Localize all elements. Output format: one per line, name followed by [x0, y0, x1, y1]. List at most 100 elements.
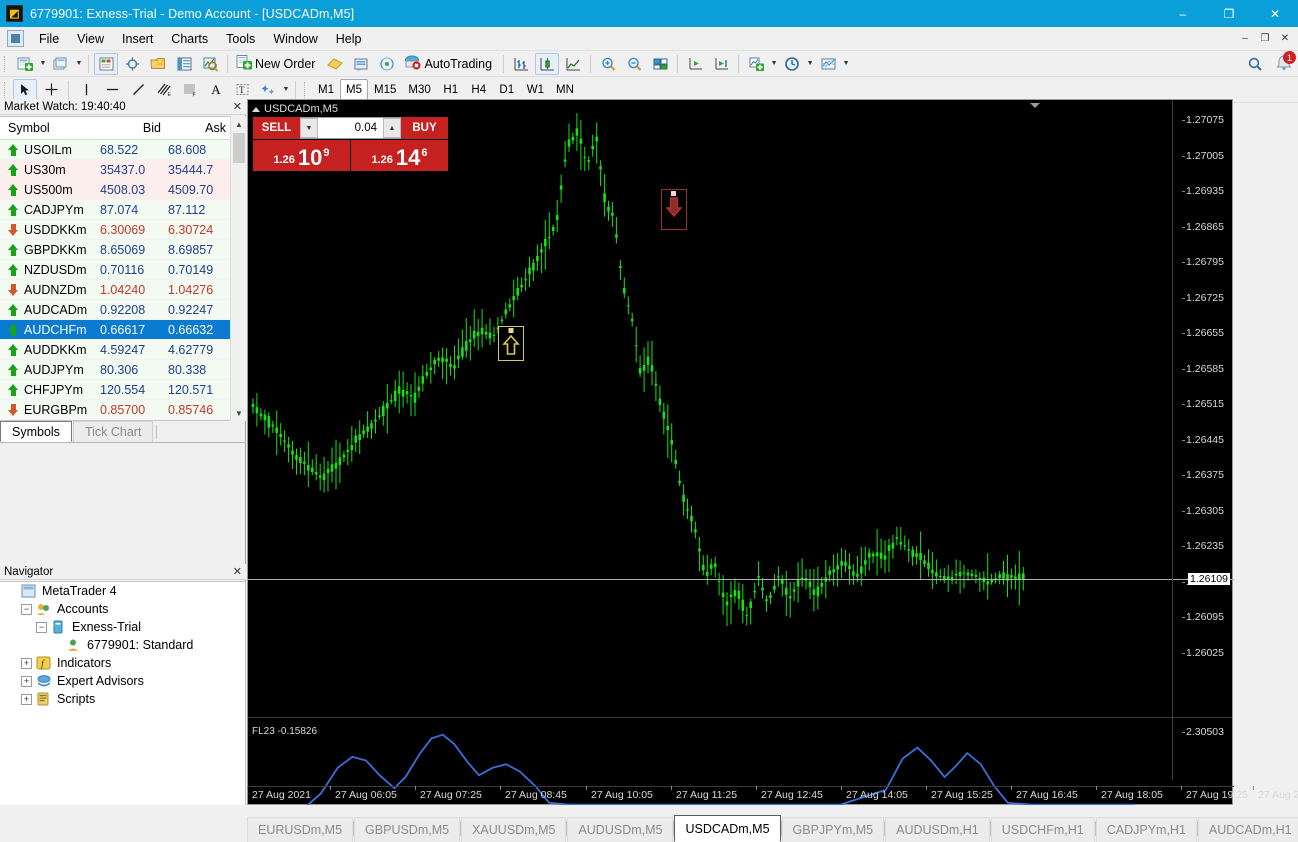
- navigator-tree-item[interactable]: + f Indicators: [0, 654, 245, 672]
- market-watch-row[interactable]: CHFJPYm 120.554 120.571: [0, 380, 245, 400]
- chart-tab[interactable]: USDCHFm,H1: [990, 817, 1095, 842]
- menu-file[interactable]: File: [30, 29, 68, 49]
- column-header-ask[interactable]: Ask: [168, 117, 233, 139]
- data-window-icon[interactable]: [120, 53, 144, 75]
- menu-tools[interactable]: Tools: [217, 29, 264, 49]
- maximize-button[interactable]: ❐: [1206, 0, 1252, 27]
- column-header-bid[interactable]: Bid: [100, 117, 168, 139]
- market-watch-row[interactable]: USDDKKm 6.30069 6.30724: [0, 220, 245, 240]
- navigator-tree-item[interactable]: + Scripts: [0, 690, 245, 708]
- price-axis[interactable]: 1.27075 1.27005 1.26935 1.26865 1.26795 1.267…: [1172, 100, 1232, 780]
- metaeditor-icon[interactable]: [323, 53, 347, 75]
- auto-scroll-icon[interactable]: [709, 53, 733, 75]
- timeframe-h4[interactable]: H4: [465, 79, 493, 100]
- market-watch-row[interactable]: GBPDKKm 8.65069 8.69857: [0, 240, 245, 260]
- timeframe-m30[interactable]: M30: [402, 79, 436, 100]
- cursor-icon[interactable]: [13, 78, 37, 101]
- market-watch-row[interactable]: NZDUSDm 0.70116 0.70149: [0, 260, 245, 280]
- timeframe-m1[interactable]: M1: [312, 79, 340, 100]
- market-watch-scrollbar[interactable]: ▲ ▼: [230, 116, 247, 421]
- navigator-close-icon[interactable]: ✕: [233, 565, 242, 578]
- navigator-tree-item[interactable]: − Exness-Trial: [0, 618, 245, 636]
- market-watch-row[interactable]: US500m 4508.03 4509.70: [0, 180, 245, 200]
- market-watch-row[interactable]: AUDCHFm 0.66617 0.66632: [0, 320, 245, 340]
- market-watch-row[interactable]: CADJPYm 87.074 87.112: [0, 200, 245, 220]
- new-order-button[interactable]: New Order: [232, 53, 322, 75]
- navigator-tree-item[interactable]: MetaTrader 4: [0, 582, 245, 600]
- chart-tab[interactable]: EURUSDm,M5: [247, 817, 354, 842]
- tab-symbols[interactable]: Symbols: [0, 421, 72, 442]
- sell-price-button[interactable]: 1.26 10 9: [253, 140, 350, 171]
- periods-clock-icon[interactable]: [780, 53, 804, 75]
- buy-price-button[interactable]: 1.26 14 6: [351, 140, 448, 171]
- mdi-restore-button[interactable]: ❐: [1256, 29, 1274, 47]
- menu-charts[interactable]: Charts: [162, 29, 217, 49]
- profiles-dropdown-icon[interactable]: ▼: [74, 53, 84, 75]
- volume-stepper[interactable]: ▼ 0.04 ▲: [300, 117, 401, 139]
- tab-tick-chart[interactable]: Tick Chart: [72, 421, 154, 442]
- column-header-symbol[interactable]: Symbol: [0, 117, 100, 139]
- line-chart-icon[interactable]: [561, 53, 585, 75]
- market-watch-row[interactable]: USOILm 68.522 68.608: [0, 140, 245, 160]
- horizontal-line-icon[interactable]: [100, 79, 124, 101]
- text-label-icon[interactable]: T: [230, 79, 254, 101]
- market-watch-row[interactable]: AUDCADm 0.92208 0.92247: [0, 300, 245, 320]
- volume-decrease-icon[interactable]: ▼: [300, 118, 318, 138]
- tree-toggle-icon[interactable]: +: [21, 675, 32, 687]
- timeframe-m15[interactable]: M15: [368, 79, 402, 100]
- expert-advisors-icon[interactable]: [349, 53, 373, 75]
- alerts-button[interactable]: 1: [1274, 51, 1296, 74]
- new-chart-icon[interactable]: [13, 53, 37, 75]
- timeframe-mn[interactable]: MN: [550, 79, 580, 100]
- crosshair-icon[interactable]: [39, 79, 63, 101]
- terminal-icon[interactable]: [172, 53, 196, 75]
- vertical-line-icon[interactable]: [74, 79, 98, 101]
- market-watch-row[interactable]: AUDJPYm 80.306 80.338: [0, 360, 245, 380]
- buy-arrow-marker[interactable]: [498, 326, 524, 361]
- chart-tab[interactable]: AUDCADm,H1: [1197, 817, 1298, 842]
- chart-tab[interactable]: CADJPYm,H1: [1095, 817, 1197, 842]
- templates-dropdown-icon[interactable]: ▼: [841, 53, 851, 75]
- market-watch-close-icon[interactable]: ✕: [233, 100, 242, 113]
- chart-tab[interactable]: AUDUSDm,M5: [567, 817, 674, 842]
- indicators-dropdown-icon[interactable]: ▼: [769, 53, 779, 75]
- market-watch-row[interactable]: US30m 35437.0 35444.7: [0, 160, 245, 180]
- tree-toggle-icon[interactable]: −: [36, 621, 47, 633]
- timeframe-d1[interactable]: D1: [493, 79, 521, 100]
- tree-toggle-icon[interactable]: +: [21, 693, 32, 705]
- shapes-icon[interactable]: [256, 79, 280, 101]
- scroll-up-icon[interactable]: ▲: [231, 116, 247, 132]
- chart-shift-icon[interactable]: [683, 53, 707, 75]
- volume-value[interactable]: 0.04: [318, 122, 383, 134]
- fibonacci-retracement-icon[interactable]: F: [178, 79, 202, 101]
- market-watch-row[interactable]: EURGBPm 0.85700 0.85746: [0, 400, 245, 420]
- text-icon[interactable]: A: [204, 79, 228, 101]
- chart-minimize-icon[interactable]: [1028, 100, 1042, 110]
- chart-tab[interactable]: USDCADm,M5: [674, 815, 781, 842]
- timeframe-m5[interactable]: M5: [340, 79, 368, 100]
- shapes-dropdown-icon[interactable]: ▼: [281, 79, 291, 101]
- chart-tab[interactable]: GBPJPYm,M5: [781, 817, 885, 842]
- tree-toggle-icon[interactable]: +: [21, 657, 32, 669]
- mdi-close-button[interactable]: ✕: [1276, 29, 1294, 47]
- buy-button-label[interactable]: BUY: [401, 117, 448, 139]
- tile-windows-icon[interactable]: [648, 53, 672, 75]
- candlestick-chart-icon[interactable]: [535, 52, 560, 75]
- periods-dropdown-icon[interactable]: ▼: [805, 53, 815, 75]
- mdi-minimize-button[interactable]: –: [1236, 29, 1254, 47]
- market-watch-row[interactable]: AUDNZDm 1.04240 1.04276: [0, 280, 245, 300]
- minimize-button[interactable]: –: [1160, 0, 1206, 27]
- sell-arrow-marker[interactable]: [661, 189, 687, 230]
- equidistant-channel-icon[interactable]: E: [152, 79, 176, 101]
- timeframe-h1[interactable]: H1: [437, 79, 465, 100]
- menu-window[interactable]: Window: [264, 29, 326, 49]
- scrollbar-thumb[interactable]: [233, 133, 245, 163]
- chart-tab[interactable]: GBPUSDm,M5: [354, 817, 461, 842]
- timeframe-w1[interactable]: W1: [521, 79, 550, 100]
- navigator-tree-item[interactable]: − Accounts: [0, 600, 245, 618]
- navigator-tree-item[interactable]: + Expert Advisors: [0, 672, 245, 690]
- indicators-icon[interactable]: [744, 53, 768, 75]
- navigator-icon[interactable]: [146, 53, 170, 75]
- new-chart-dropdown-icon[interactable]: ▼: [38, 53, 48, 75]
- volume-increase-icon[interactable]: ▲: [383, 118, 401, 138]
